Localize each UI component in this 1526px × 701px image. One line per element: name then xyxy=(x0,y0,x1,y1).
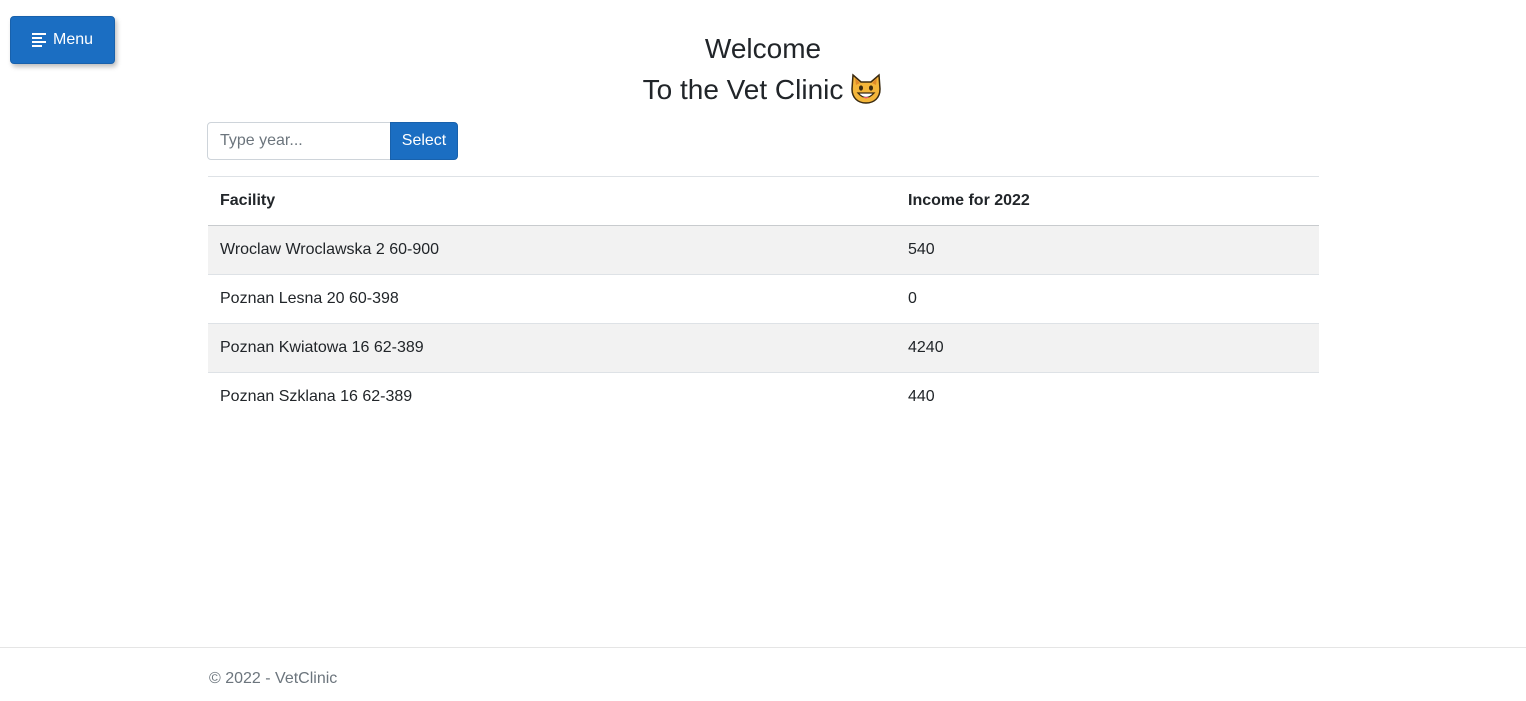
table-row: Poznan Kwiatowa 16 62-389 4240 xyxy=(208,323,1319,373)
year-input[interactable] xyxy=(207,122,391,160)
clinic-heading-text: To the Vet Clinic xyxy=(642,74,844,105)
facility-column-header: Facility xyxy=(208,176,896,226)
income-cell: 540 xyxy=(908,241,935,258)
welcome-heading: Welcome xyxy=(704,33,822,64)
table-row: Wroclaw Wroclawska 2 60-900 540 xyxy=(208,225,1319,275)
table-row: Poznan Lesna 20 60-398 0 xyxy=(208,274,1319,324)
select-button[interactable]: Select xyxy=(390,122,458,160)
clinic-heading: To the Vet Clinic xyxy=(0,73,1526,113)
table-header-row: Facility Income for 2022 xyxy=(208,176,1319,226)
income-column-header: Income for 2022 xyxy=(896,176,1319,226)
grinning-cat-icon xyxy=(849,73,883,113)
income-cell: 0 xyxy=(896,274,1319,324)
facility-cell: Poznan Kwiatowa 16 62-389 xyxy=(208,323,896,373)
facility-cell: Poznan Szklana 16 62-389 xyxy=(208,372,896,422)
facility-cell: Wroclaw Wroclawska 2 60-900 xyxy=(220,241,440,258)
year-search-form: Select xyxy=(207,122,458,160)
copyright-text: © 2022 - VetClinic xyxy=(209,670,338,687)
page-footer: © 2022 - VetClinic xyxy=(0,647,1526,701)
table-row: Poznan Szklana 16 62-389 440 xyxy=(208,372,1319,422)
income-cell: 440 xyxy=(896,372,1319,422)
income-table: Facility Income for 2022 Wroclaw Wroclaw… xyxy=(208,176,1319,422)
facility-cell: Poznan Lesna 20 60-398 xyxy=(208,274,896,324)
income-cell: 4240 xyxy=(896,323,1319,373)
